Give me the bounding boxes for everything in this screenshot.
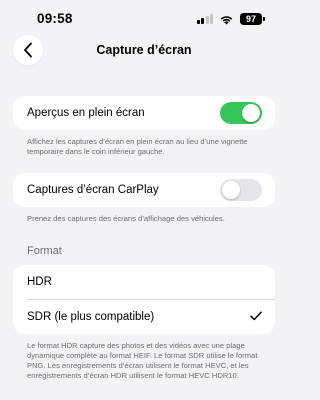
toggle-knob [222, 181, 240, 199]
format-option-sdr[interactable]: SDR (le plus compatible) [13, 300, 275, 334]
status-time: 09:58 [37, 11, 73, 26]
battery-level: 97 [245, 14, 256, 24]
format-option-hdr[interactable]: HDR [13, 265, 275, 299]
page-title: Capture d’écran [96, 43, 192, 57]
fullscreen-preview-row: Aperçus en plein écran [13, 96, 275, 130]
carplay-footer: Prenez des captures des écrans d’afficha… [27, 214, 225, 223]
format-option-label: HDR [27, 276, 52, 288]
status-icons: 97 [196, 12, 265, 26]
toggle-knob [242, 104, 260, 122]
battery-icon: 97 [240, 13, 265, 25]
format-footer: Le format HDR capture des photos et des … [27, 341, 258, 380]
cellular-signal-icon [196, 14, 213, 24]
carplay-label: Captures d’écran CarPlay [27, 184, 159, 196]
format-option-label: SDR (le plus compatible) [27, 310, 155, 323]
wifi-icon [219, 14, 234, 25]
fullscreen-preview-label: Aperçus en plein écran [27, 107, 145, 119]
fullscreen-preview-group: Aperçus en plein écran [13, 96, 275, 130]
carplay-row: Captures d’écran CarPlay [13, 173, 275, 207]
checkmark-icon [250, 309, 262, 324]
fullscreen-preview-toggle[interactable] [220, 102, 262, 124]
format-group: HDR SDR (le plus compatible) [13, 265, 275, 334]
carplay-toggle[interactable] [220, 179, 262, 201]
status-bar: 09:58 97 [0, 0, 288, 40]
carplay-group: Captures d’écran CarPlay [13, 173, 275, 207]
format-section-header: Format [27, 245, 62, 257]
fullscreen-preview-footer: Affichez les captures d’écran en plein é… [27, 137, 248, 156]
